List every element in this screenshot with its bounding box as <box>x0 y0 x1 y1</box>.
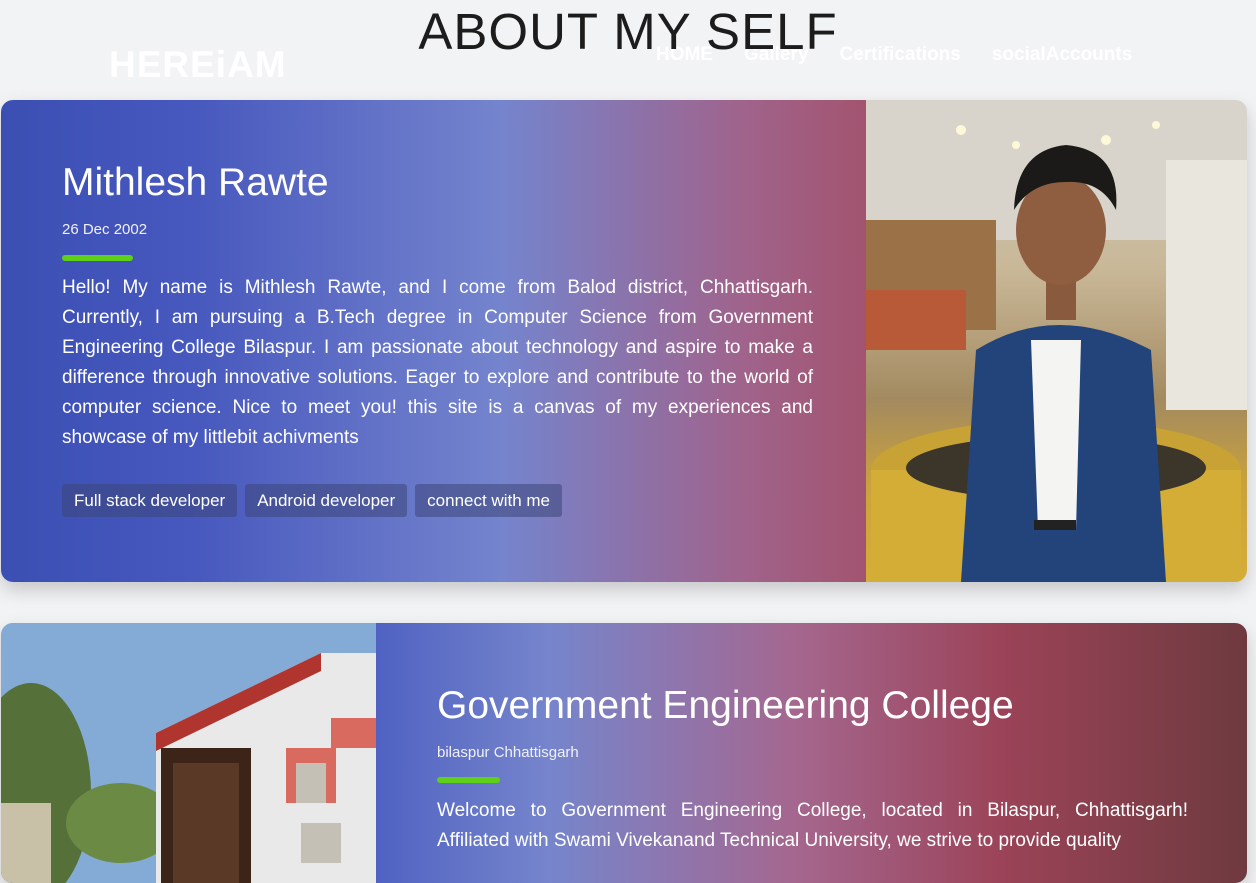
college-building-photo <box>1 623 376 883</box>
tag-list: Full stack developer Android developer c… <box>62 484 570 517</box>
college-description: Welcome to Government Engineering Colleg… <box>437 800 1188 851</box>
bio-text: Hello! My name is Mithlesh Rawte, and I … <box>62 277 813 448</box>
profile-photo <box>866 100 1247 582</box>
connect-with-me-button[interactable]: connect with me <box>415 484 563 517</box>
about-card-content: Mithlesh Rawte 26 Dec 2002 Hello! My nam… <box>1 100 866 582</box>
college-title: Government Engineering College <box>437 684 1014 727</box>
college-location: bilaspur Chhattisgarh <box>437 744 579 761</box>
college-card: Government Engineering College bilaspur … <box>1 623 1247 883</box>
birth-date: 26 Dec 2002 <box>62 221 148 238</box>
accent-divider <box>62 255 133 261</box>
college-card-content: Government Engineering College bilaspur … <box>376 623 1247 883</box>
tag-android-developer[interactable]: Android developer <box>245 484 408 517</box>
tag-full-stack-developer[interactable]: Full stack developer <box>62 484 238 517</box>
page-heading: ABOUT MY SELF <box>418 3 838 60</box>
profile-name: Mithlesh Rawte <box>62 161 329 204</box>
accent-divider <box>437 777 500 783</box>
about-card: Mithlesh Rawte 26 Dec 2002 Hello! My nam… <box>1 100 1247 582</box>
